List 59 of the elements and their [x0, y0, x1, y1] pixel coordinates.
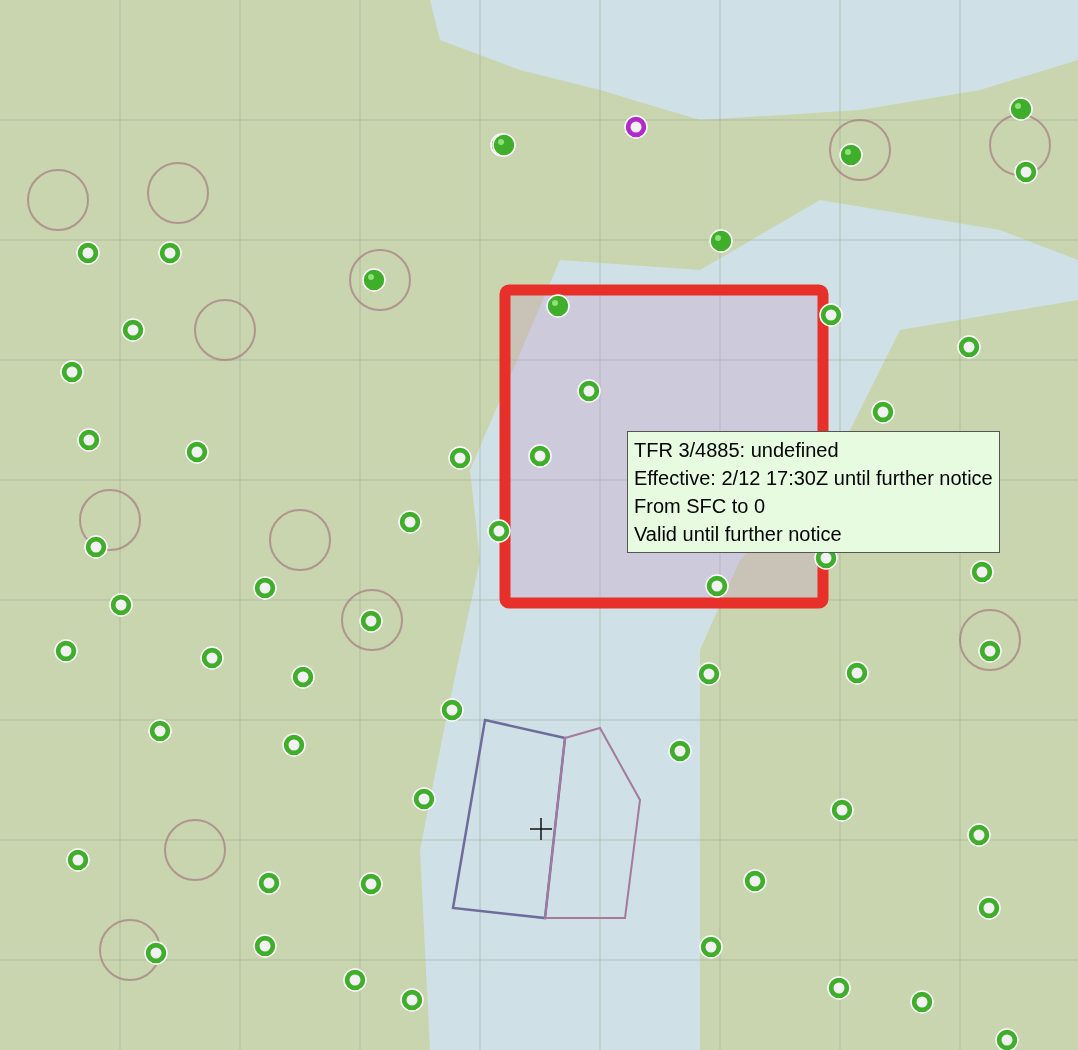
airport-marker[interactable]: [577, 379, 601, 403]
airport-marker[interactable]: [705, 574, 729, 598]
airport-marker[interactable]: [448, 446, 472, 470]
airport-marker[interactable]: [743, 869, 767, 893]
airport-marker[interactable]: [400, 988, 424, 1012]
tooltip-line: Effective: 2/12 17:30Z until further notice: [634, 466, 993, 491]
airport-marker[interactable]: [109, 593, 133, 617]
airport-marker[interactable]: [121, 318, 145, 342]
airport-marker[interactable]: [839, 143, 863, 167]
airport-marker[interactable]: [76, 241, 100, 265]
airport-marker[interactable]: [359, 872, 383, 896]
airport-marker[interactable]: [709, 229, 733, 253]
airport-marker[interactable]: [398, 510, 422, 534]
airport-marker[interactable]: [440, 698, 464, 722]
airport-marker[interactable]: [185, 440, 209, 464]
airport-marker[interactable]: [291, 665, 315, 689]
airport-marker[interactable]: [253, 576, 277, 600]
airport-marker[interactable]: [158, 241, 182, 265]
airport-marker[interactable]: [54, 639, 78, 663]
airport-marker[interactable]: [827, 976, 851, 1000]
airport-marker[interactable]: [66, 848, 90, 872]
airport-marker[interactable]: [257, 871, 281, 895]
airport-marker[interactable]: [970, 560, 994, 584]
airport-marker[interactable]: [528, 444, 552, 468]
airport-marker[interactable]: [487, 519, 511, 543]
airport-marker[interactable]: [1009, 97, 1033, 121]
airport-marker[interactable]: [144, 941, 168, 965]
airport-marker[interactable]: [492, 133, 516, 157]
airport-marker[interactable]: [819, 303, 843, 327]
airport-marker[interactable]: [668, 739, 692, 763]
tooltip-line: Valid until further notice: [634, 522, 843, 547]
airport-marker[interactable]: [282, 733, 306, 757]
airport-marker[interactable]: [699, 935, 723, 959]
airport-marker[interactable]: [830, 798, 854, 822]
airport-marker[interactable]: [1014, 160, 1038, 184]
airport-marker[interactable]: [253, 934, 277, 958]
airport-marker[interactable]: [995, 1028, 1019, 1050]
airport-marker[interactable]: [60, 360, 84, 384]
airport-marker[interactable]: [978, 639, 1002, 663]
tooltip-line: From SFC to 0: [634, 494, 767, 519]
airport-marker[interactable]: [343, 968, 367, 992]
airport-marker[interactable]: [84, 535, 108, 559]
airport-marker[interactable]: [362, 268, 386, 292]
airport-marker[interactable]: [624, 115, 648, 139]
airport-marker[interactable]: [967, 823, 991, 847]
airport-marker[interactable]: [200, 646, 224, 670]
airport-marker[interactable]: [77, 428, 101, 452]
airport-marker[interactable]: [910, 990, 934, 1014]
crosshair-icon: [529, 817, 553, 841]
tooltip-line: TFR 3/4885: undefined: [634, 438, 840, 463]
airport-marker[interactable]: [148, 719, 172, 743]
airport-marker[interactable]: [546, 294, 570, 318]
airport-marker[interactable]: [977, 896, 1001, 920]
airport-marker[interactable]: [697, 662, 721, 686]
airport-marker[interactable]: [359, 609, 383, 633]
airport-marker[interactable]: [871, 400, 895, 424]
airport-marker[interactable]: [957, 335, 981, 359]
airport-marker[interactable]: [412, 787, 436, 811]
airport-marker[interactable]: [845, 661, 869, 685]
